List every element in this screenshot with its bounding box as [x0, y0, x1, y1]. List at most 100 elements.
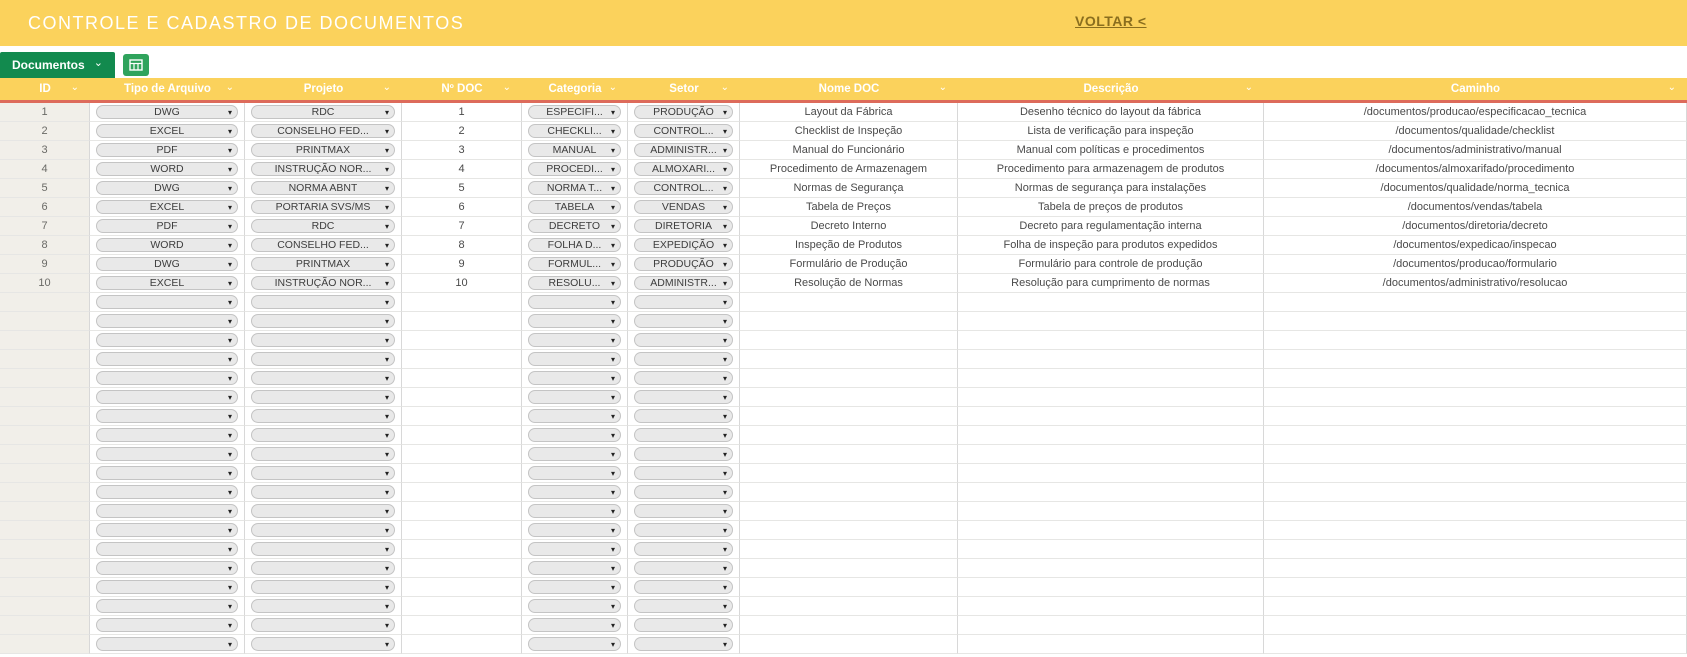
cell-nome[interactable] [740, 559, 958, 578]
dropdown-arrow-icon[interactable]: ▾ [385, 527, 389, 535]
cell-projeto[interactable]: ▾ [245, 464, 402, 483]
dropdown-arrow-icon[interactable]: ▾ [611, 584, 615, 592]
setor-dropdown[interactable]: ▾ [634, 523, 733, 537]
dropdown-arrow-icon[interactable]: ▾ [611, 451, 615, 459]
cell-setor[interactable]: EXPEDIÇÃO ▾ [628, 236, 740, 255]
dropdown-arrow-icon[interactable]: ▾ [723, 603, 727, 611]
cell-categoria[interactable]: ▾ [522, 635, 628, 654]
dropdown-arrow-icon[interactable]: ▾ [611, 470, 615, 478]
setor-dropdown[interactable]: EXPEDIÇÃO ▾ [634, 238, 733, 252]
dropdown-arrow-icon[interactable]: ▾ [228, 584, 232, 592]
tipo-dropdown[interactable]: ▾ [96, 561, 238, 575]
tipo-dropdown[interactable]: ▾ [96, 295, 238, 309]
dropdown-arrow-icon[interactable]: ▾ [611, 223, 615, 231]
cell-nome[interactable] [740, 464, 958, 483]
cell-projeto[interactable]: ▾ [245, 521, 402, 540]
cell-ndoc[interactable] [402, 597, 522, 616]
setor-dropdown[interactable]: ▾ [634, 637, 733, 651]
cell-nome[interactable]: Decreto Interno [740, 217, 958, 236]
cell-setor[interactable]: ▾ [628, 293, 740, 312]
dropdown-arrow-icon[interactable]: ▾ [611, 546, 615, 554]
projeto-dropdown[interactable]: ▾ [251, 295, 395, 309]
cell-setor[interactable]: ▾ [628, 521, 740, 540]
cell-setor[interactable]: ▾ [628, 616, 740, 635]
setor-dropdown[interactable]: ▾ [634, 599, 733, 613]
cell-ndoc[interactable]: 7 [402, 217, 522, 236]
cell-caminho[interactable] [1264, 388, 1687, 407]
cell-id[interactable] [0, 578, 90, 597]
categoria-dropdown[interactable]: ▾ [528, 618, 621, 632]
dropdown-arrow-icon[interactable]: ▾ [385, 603, 389, 611]
dropdown-arrow-icon[interactable]: ▾ [228, 356, 232, 364]
cell-setor[interactable]: ▾ [628, 635, 740, 654]
cell-nome[interactable]: Formulário de Produção [740, 255, 958, 274]
dropdown-arrow-icon[interactable]: ▾ [723, 242, 727, 250]
dropdown-arrow-icon[interactable]: ▾ [228, 527, 232, 535]
cell-tipo[interactable]: ▾ [90, 445, 245, 464]
cell-setor[interactable]: ▾ [628, 407, 740, 426]
dropdown-arrow-icon[interactable]: ▾ [228, 546, 232, 554]
cell-projeto[interactable]: INSTRUÇÃO NOR... ▾ [245, 274, 402, 293]
cell-setor[interactable]: PRODUÇÃO ▾ [628, 255, 740, 274]
dropdown-arrow-icon[interactable]: ▾ [228, 432, 232, 440]
setor-dropdown[interactable]: VENDAS ▾ [634, 200, 733, 214]
cell-id[interactable] [0, 521, 90, 540]
tipo-dropdown[interactable]: DWG ▾ [96, 257, 238, 271]
dropdown-arrow-icon[interactable]: ▾ [385, 128, 389, 136]
dropdown-arrow-icon[interactable]: ▾ [611, 603, 615, 611]
cell-categoria[interactable]: PROCEDI... ▾ [522, 160, 628, 179]
tipo-dropdown[interactable]: EXCEL ▾ [96, 200, 238, 214]
cell-categoria[interactable]: FORMUL... ▾ [522, 255, 628, 274]
cell-caminho[interactable] [1264, 331, 1687, 350]
cell-caminho[interactable]: /documentos/producao/especificacao_tecni… [1264, 103, 1687, 122]
categoria-dropdown[interactable]: PROCEDI... ▾ [528, 162, 621, 176]
cell-descricao[interactable] [958, 369, 1264, 388]
cell-categoria[interactable]: ▾ [522, 388, 628, 407]
categoria-dropdown[interactable]: ▾ [528, 428, 621, 442]
cell-descricao[interactable] [958, 464, 1264, 483]
cell-projeto[interactable]: NORMA ABNT ▾ [245, 179, 402, 198]
cell-projeto[interactable]: ▾ [245, 445, 402, 464]
cell-descricao[interactable] [958, 331, 1264, 350]
projeto-dropdown[interactable]: ▾ [251, 447, 395, 461]
filter-chevron-icon[interactable]: ⌄ [609, 82, 617, 93]
cell-id[interactable]: 7 [0, 217, 90, 236]
cell-tipo[interactable]: ▾ [90, 331, 245, 350]
cell-id[interactable] [0, 464, 90, 483]
cell-projeto[interactable]: PRINTMAX ▾ [245, 255, 402, 274]
cell-ndoc[interactable] [402, 502, 522, 521]
cell-caminho[interactable]: /documentos/administrativo/manual [1264, 141, 1687, 160]
cell-id[interactable] [0, 616, 90, 635]
dropdown-arrow-icon[interactable]: ▾ [228, 128, 232, 136]
projeto-dropdown[interactable]: ▾ [251, 352, 395, 366]
dropdown-arrow-icon[interactable]: ▾ [228, 470, 232, 478]
cell-ndoc[interactable]: 10 [402, 274, 522, 293]
cell-descricao[interactable] [958, 407, 1264, 426]
setor-dropdown[interactable]: ▾ [634, 561, 733, 575]
filter-chevron-icon[interactable]: ⌄ [383, 82, 391, 93]
dropdown-arrow-icon[interactable]: ▾ [611, 622, 615, 630]
cell-categoria[interactable]: ▾ [522, 597, 628, 616]
dropdown-arrow-icon[interactable]: ▾ [611, 489, 615, 497]
cell-caminho[interactable]: /documentos/almoxarifado/procedimento [1264, 160, 1687, 179]
dropdown-arrow-icon[interactable]: ▾ [723, 204, 727, 212]
cell-descricao[interactable]: Lista de verificação para inspeção [958, 122, 1264, 141]
cell-id[interactable]: 9 [0, 255, 90, 274]
dropdown-arrow-icon[interactable]: ▾ [228, 223, 232, 231]
cell-caminho[interactable] [1264, 540, 1687, 559]
setor-dropdown[interactable]: ▾ [634, 409, 733, 423]
cell-categoria[interactable]: CHECKLI... ▾ [522, 122, 628, 141]
cell-id[interactable]: 4 [0, 160, 90, 179]
cell-ndoc[interactable]: 6 [402, 198, 522, 217]
cell-nome[interactable] [740, 312, 958, 331]
dropdown-arrow-icon[interactable]: ▾ [611, 394, 615, 402]
cell-nome[interactable]: Manual do Funcionário [740, 141, 958, 160]
cell-tipo[interactable]: ▾ [90, 388, 245, 407]
categoria-dropdown[interactable]: ▾ [528, 295, 621, 309]
tipo-dropdown[interactable]: ▾ [96, 618, 238, 632]
dropdown-arrow-icon[interactable]: ▾ [385, 356, 389, 364]
cell-ndoc[interactable] [402, 559, 522, 578]
tipo-dropdown[interactable]: ▾ [96, 447, 238, 461]
cell-caminho[interactable]: /documentos/diretoria/decreto [1264, 217, 1687, 236]
cell-categoria[interactable]: ▾ [522, 502, 628, 521]
